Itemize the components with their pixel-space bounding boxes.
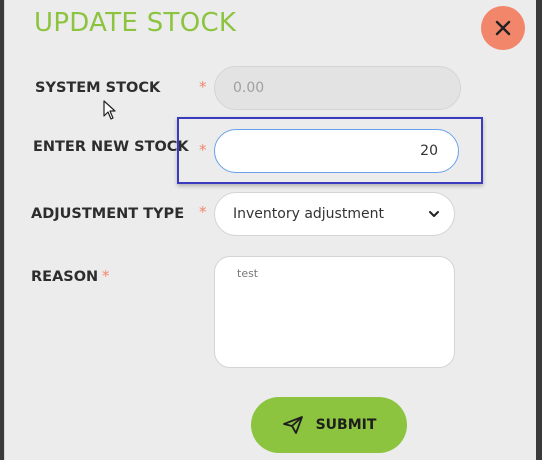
adjustment-type-required-mark: * (199, 203, 207, 221)
adjustment-type-select[interactable]: Inventory adjustment (214, 192, 455, 236)
chevron-down-icon (429, 211, 439, 217)
submit-button[interactable]: SUBMIT (251, 397, 407, 453)
system-stock-field[interactable] (214, 66, 461, 110)
close-button[interactable] (481, 6, 525, 50)
new-stock-input[interactable] (214, 129, 459, 173)
close-icon (495, 20, 511, 36)
mouse-cursor-icon (103, 100, 116, 120)
system-stock-label: SYSTEM STOCK (35, 80, 161, 96)
reason-text: test (237, 267, 259, 280)
reason-textarea[interactable]: test (214, 256, 455, 368)
adjustment-type-label: ADJUSTMENT TYPE (31, 206, 185, 222)
new-stock-label: ENTER NEW STOCK (33, 139, 189, 155)
paper-plane-icon (282, 416, 303, 434)
adjustment-type-selected-value: Inventory adjustment (233, 206, 384, 222)
reason-label: REASON (31, 269, 99, 285)
reason-required-mark: * (102, 267, 110, 285)
system-stock-required-mark: * (199, 78, 207, 96)
dialog-title: UPDATE STOCK (34, 8, 237, 38)
submit-label: SUBMIT (315, 417, 377, 433)
update-stock-dialog: UPDATE STOCK SYSTEM STOCK * ENTER NEW ST… (4, 0, 536, 460)
